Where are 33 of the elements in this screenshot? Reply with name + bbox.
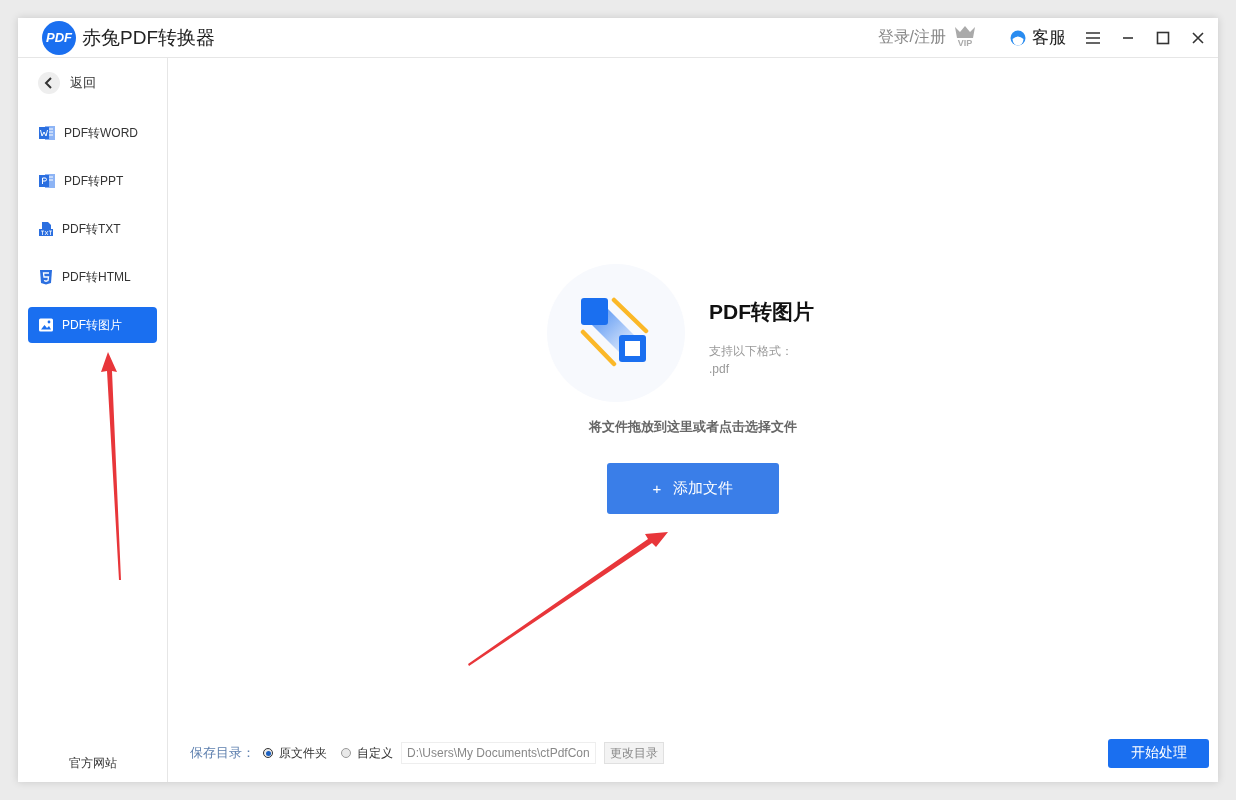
path-field[interactable]: D:\Users\My Documents\ctPdfCon (401, 742, 596, 764)
word-document-icon (38, 125, 56, 141)
formats-label: 支持以下格式： (709, 343, 794, 360)
picture-icon (38, 317, 54, 333)
start-button[interactable]: 开始处理 (1108, 738, 1209, 768)
chevron-left-icon (44, 77, 54, 89)
maximize-icon[interactable] (1155, 29, 1171, 46)
app-logo: PDF (42, 20, 76, 55)
avatar-icon (1010, 28, 1026, 47)
sidebar-item[interactable]: PDF转HTML (28, 259, 157, 295)
conversion-title: PDF转图片 (709, 299, 815, 325)
drop-hint: 将文件拖放到这里或者点击选择文件 (589, 418, 797, 436)
radio-button[interactable] (341, 748, 351, 758)
html-shield-icon (38, 269, 54, 285)
text-document-icon (38, 221, 54, 237)
app-title: 赤兔PDF转换器 (82, 25, 215, 50)
save-directory-label: 保存目录： (190, 744, 255, 762)
official-website-link[interactable]: 官方网站 (68, 755, 117, 772)
add-file-button[interactable]: + 添加文件 (607, 463, 779, 514)
customer-service-button[interactable]: 客服 (1010, 26, 1066, 49)
back-button[interactable]: 返回 (28, 70, 157, 96)
radio-label[interactable]: 自定义 (357, 744, 393, 762)
menu-icon[interactable] (1085, 29, 1101, 46)
presentation-document-icon (38, 173, 56, 189)
formats-value: .pdf (709, 361, 730, 378)
sidebar-item[interactable]: PDF转PPT (28, 163, 157, 199)
sidebar-item[interactable]: PDF转TXT (28, 211, 157, 247)
radio-label[interactable]: 原文件夹 (279, 744, 327, 762)
radio-button[interactable] (263, 748, 273, 758)
login-link[interactable]: 登录/注册 (877, 27, 946, 48)
close-icon[interactable] (1190, 29, 1206, 46)
sidebar-item[interactable]: PDF转图片 (28, 307, 157, 343)
sidebar-item[interactable]: PDF转WORD (28, 115, 157, 151)
